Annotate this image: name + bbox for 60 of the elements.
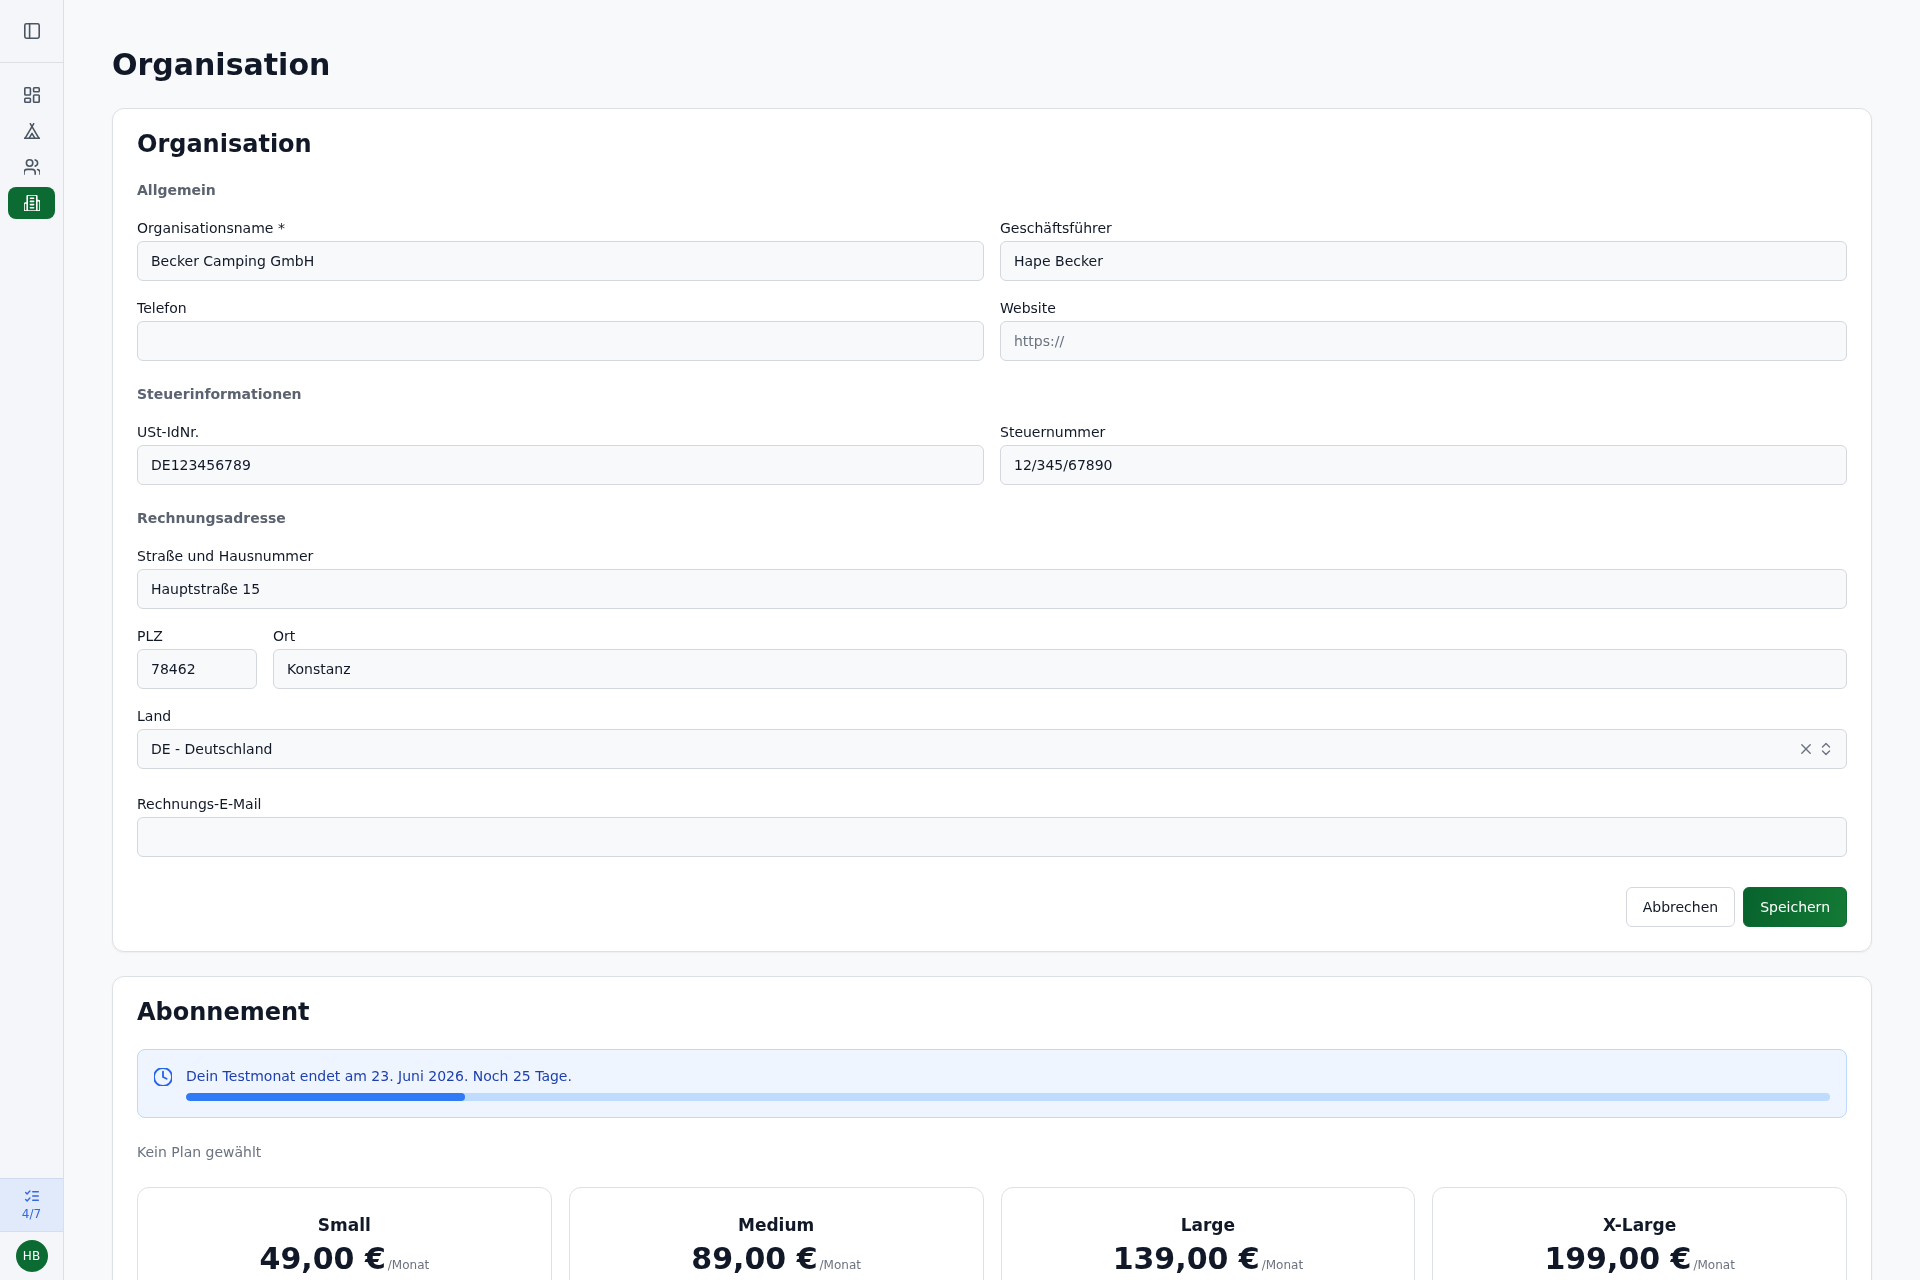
price-period: /Monat [1261, 1258, 1304, 1272]
plan-card[interactable]: Medium 89,00 €/Monat [568, 1187, 984, 1280]
input-field[interactable]: https:// [1000, 321, 1847, 361]
field-label: Telefon [137, 299, 188, 317]
plan-name: Small [317, 1214, 371, 1236]
input-field[interactable]: Becker Camping GmbH [137, 241, 984, 281]
field-label: Organisationsname * [137, 219, 286, 237]
plan-name: Medium [738, 1214, 815, 1236]
input-field[interactable]: Hape Becker [1000, 241, 1847, 281]
clock-icon [154, 1068, 172, 1086]
plan-name: Large [1180, 1214, 1236, 1236]
plan-card[interactable]: Small 49,00 €/Monat [137, 1187, 552, 1280]
field-label: Rechnungs-E-Mail [137, 795, 263, 813]
section-heading: Rechnungsadresse [137, 509, 287, 527]
plan-name: X-Large [1603, 1214, 1677, 1236]
field-label: Geschäftsführer [1000, 219, 1113, 237]
field-label: Website [1000, 299, 1057, 317]
select-field[interactable]: DE - Deutschland [137, 729, 1847, 769]
save-button[interactable]: Speichern [1743, 887, 1847, 927]
plan-card[interactable]: X-Large 199,00 €/Monat [1432, 1187, 1847, 1280]
card-title: Organisation [137, 129, 313, 159]
clear-icon [1799, 742, 1813, 756]
price-period: /Monat [1693, 1258, 1735, 1272]
cancel-button[interactable]: Abbrechen [1625, 887, 1736, 927]
building-icon [23, 195, 40, 211]
section-heading: Allgemein [137, 181, 217, 199]
input-field[interactable]: DE123456789 [137, 445, 984, 485]
trial-notice-text: Dein Testmonat endet am 23. Juni 2026. Noch 25 Tage. [186, 1067, 573, 1085]
input-field[interactable]: 12/345/67890 [1000, 445, 1847, 485]
section-heading: Steuerinformationen [137, 385, 303, 403]
field-label: Ort [273, 627, 297, 645]
field-label: USt-IdNr. [137, 423, 201, 441]
input-field[interactable]: Konstanz [273, 649, 1847, 689]
plan-price: 139,00 € [1112, 1242, 1260, 1276]
price-period: /Monat [387, 1258, 430, 1272]
input-field[interactable] [137, 817, 1847, 857]
field-label: PLZ [137, 627, 164, 645]
field-label: Land [137, 707, 173, 725]
users-icon [23, 159, 40, 175]
checklist-button[interactable]: 4/7 [0, 1178, 63, 1232]
panel-icon [23, 23, 40, 39]
page-title: Organisation [112, 47, 332, 83]
plan-card[interactable]: Large 139,00 €/Monat [1000, 1187, 1416, 1280]
chevrons-up-down-icon [1819, 742, 1833, 756]
plan-status-text: Kein Plan gewählt [137, 1143, 263, 1161]
plan-price: 89,00 € [691, 1242, 818, 1276]
tent-icon [23, 123, 40, 139]
input-field[interactable]: 78462 [137, 649, 257, 689]
nav-button[interactable] [8, 187, 55, 219]
avatar[interactable]: HB [15, 1240, 48, 1272]
input-field[interactable]: Hauptstraße 15 [137, 569, 1847, 609]
plan-price: 49,00 € [259, 1242, 386, 1276]
field-label: Straße und Hausnummer [137, 547, 315, 565]
input-field[interactable] [137, 321, 984, 361]
card-title: Abonnement [137, 997, 311, 1027]
dashboard-icon [23, 87, 40, 103]
plan-price: 199,00 € [1544, 1242, 1692, 1276]
price-period: /Monat [819, 1258, 861, 1272]
field-label: Steuernummer [1000, 423, 1107, 441]
checklist-icon [24, 1189, 39, 1203]
